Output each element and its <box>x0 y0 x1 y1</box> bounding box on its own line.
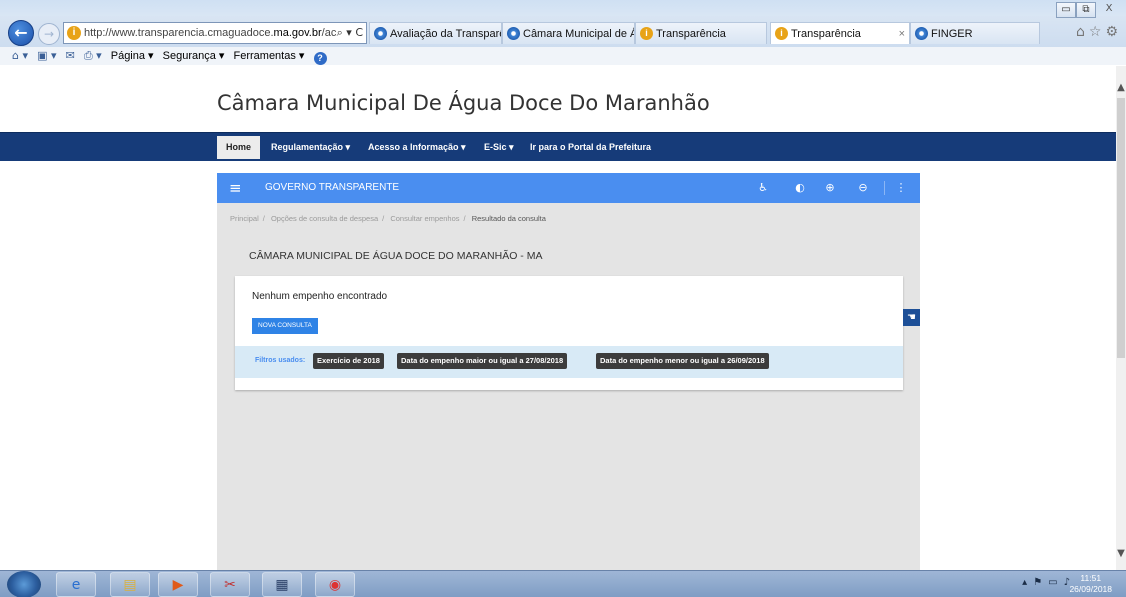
explorer-taskbar-icon[interactable]: ▤ <box>110 572 150 597</box>
toolbar-icons: ⌂☆⚙ <box>1076 24 1122 40</box>
filters-label: Filtros usados: <box>255 357 306 364</box>
media-player-taskbar-icon[interactable]: ▶ <box>158 572 198 597</box>
settings-gear-icon[interactable]: ⚙ <box>1105 24 1122 40</box>
address-bar[interactable]: i http://www.transparencia.cmaguadoce.ma… <box>63 22 367 44</box>
command-bar: ⌂ ▾ ▣ ▾ ✉ ⎙ ▾ Página ▾ Segurança ▾ Ferra… <box>0 47 1126 65</box>
nova-consulta-button[interactable]: NOVA CONSULTA <box>252 318 318 334</box>
result-message: Nenhum empenho encontrado <box>252 291 388 302</box>
tab-label: Transparência <box>791 28 861 40</box>
ie-icon <box>507 27 520 40</box>
ie-icon <box>915 27 928 40</box>
toolbar-divider <box>884 181 885 195</box>
menu-ferramentas[interactable]: Ferramentas ▾ <box>234 50 305 62</box>
home-icon[interactable]: ⌂ <box>1076 24 1089 40</box>
filter-tag: Data do empenho maior ou igual a 27/08/2… <box>397 353 568 369</box>
zoom-in-icon[interactable]: ⊕ <box>822 180 838 196</box>
tab-label: Câmara Municipal de Á... <box>523 28 635 40</box>
ie-taskbar-icon[interactable]: e <box>56 572 96 597</box>
print-icon[interactable]: ⎙ ▾ <box>84 49 102 62</box>
breadcrumb-current: Resultado da consulta <box>471 214 546 223</box>
browser-nav-row: ← → i http://www.transparencia.cmaguadoc… <box>0 18 1126 46</box>
back-arrow-icon: ← <box>14 23 28 42</box>
address-controls[interactable]: ⌕ ▾ C <box>337 23 363 43</box>
nav-home[interactable]: Home <box>217 136 261 159</box>
web-page: Câmara Municipal De Água Doce Do Maranhã… <box>0 66 1116 570</box>
accessibility-icon[interactable]: ♿ <box>755 180 771 196</box>
zoom-out-icon[interactable]: ⊖ <box>855 180 871 196</box>
feeds-icon[interactable]: ▣ ▾ <box>37 49 56 62</box>
window-controls: ▭ ⧉ X <box>1056 2 1122 18</box>
warning-icon: i <box>640 27 653 40</box>
snipping-tool-taskbar-icon[interactable]: ✂ <box>210 572 250 597</box>
minimize-button[interactable]: ▭ <box>1056 2 1076 18</box>
contrast-icon[interactable]: ◐ <box>792 180 808 196</box>
address-suffix: /ac <box>321 27 337 39</box>
result-card: Nenhum empenho encontrado NOVA CONSULTA … <box>235 276 903 390</box>
vertical-scrollbar[interactable]: ▲ ▼ <box>1116 66 1126 570</box>
system-tray: ▴⚑▭♪ <box>1022 577 1076 588</box>
tab-transparencia-active[interactable]: i Transparência × <box>770 22 910 44</box>
site-navbar: Home Regulamentação ▾ Acesso a Informaçã… <box>0 132 1116 161</box>
more-vert-icon[interactable]: ⋮ <box>893 180 909 196</box>
titlebar-glass <box>0 0 1126 16</box>
gov-title: GOVERNO TRANSPARENTE <box>265 182 400 193</box>
ie-icon <box>374 27 387 40</box>
warning-icon: i <box>775 27 788 40</box>
address-prefix: http://www.transparencia.cmaguadoce. <box>84 27 274 39</box>
clock-date: 26/09/2018 <box>1069 584 1112 594</box>
breadcrumb-principal[interactable]: Principal <box>230 214 259 223</box>
tab-transparencia-1[interactable]: i Transparência <box>635 22 767 44</box>
action-center-icon[interactable]: ⚑ <box>1033 577 1048 588</box>
site-title: Câmara Municipal De Água Doce Do Maranhã… <box>217 91 710 115</box>
document-taskbar-icon[interactable]: ▦ <box>262 572 302 597</box>
scroll-thumb[interactable] <box>1117 98 1125 358</box>
home-icon[interactable]: ⌂ ▾ <box>12 49 28 62</box>
sign-language-icon[interactable]: ☚ <box>903 309 920 326</box>
mail-icon[interactable]: ✉ <box>66 49 75 62</box>
windows-taskbar: e ▤ ▶ ✂ ▦ ◉ ▴⚑▭♪ 11:51 26/09/2018 <box>0 570 1126 597</box>
chrome-taskbar-icon[interactable]: ◉ <box>315 572 355 597</box>
restore-button[interactable]: ⧉ <box>1076 2 1096 18</box>
menu-seguranca[interactable]: Segurança ▾ <box>163 50 225 62</box>
start-button[interactable] <box>7 571 41 597</box>
tab-label: Avaliação da Transparê... <box>390 28 501 40</box>
entity-heading: CÂMARA MUNICIPAL DE ÁGUA DOCE DO MARANHÃ… <box>249 250 543 262</box>
info-icon: i <box>67 26 81 40</box>
clock-time: 11:51 <box>1080 573 1102 583</box>
nav-acesso-informacao[interactable]: Acesso a Informação ▾ <box>368 136 466 159</box>
tab-camara[interactable]: Câmara Municipal de Á... <box>502 22 635 44</box>
clock[interactable]: 11:51 26/09/2018 <box>1069 573 1112 595</box>
menu-pagina[interactable]: Página ▾ <box>111 50 154 62</box>
filters-bar: Filtros usados: Exercício de 2018 Data d… <box>235 346 903 378</box>
tab-label: Transparência <box>656 28 726 40</box>
tab-finger[interactable]: FINGER <box>910 22 1040 44</box>
help-icon[interactable]: ? <box>313 52 327 65</box>
back-button[interactable]: ← <box>8 20 34 46</box>
breadcrumb-consultar[interactable]: Consultar empenhos <box>390 214 459 223</box>
filter-tag: Data do empenho menor ou igual a 26/09/2… <box>596 353 769 369</box>
tab-avaliacao[interactable]: Avaliação da Transparê... <box>369 22 502 44</box>
address-domain: ma.gov.br <box>273 27 322 39</box>
hamburger-menu-icon[interactable]: ≡ <box>229 179 242 197</box>
filter-tag: Exercício de 2018 <box>313 353 384 369</box>
breadcrumb-opcoes[interactable]: Opções de consulta de despesa <box>271 214 378 223</box>
scroll-down-icon[interactable]: ▼ <box>1116 548 1126 560</box>
forward-arrow-icon: → <box>43 27 55 41</box>
favorites-star-icon[interactable]: ☆ <box>1089 24 1106 40</box>
network-icon[interactable]: ▭ <box>1048 577 1063 588</box>
tab-label: FINGER <box>931 28 973 40</box>
gov-toolbar: ≡ GOVERNO TRANSPARENTE ♿ ◐ ⊕ ⊖ ⋮ <box>217 173 920 203</box>
breadcrumb: Principal / Opções de consulta de despesa… <box>230 214 546 223</box>
tray-expand-icon[interactable]: ▴ <box>1022 577 1033 588</box>
tab-close-icon[interactable]: × <box>899 23 905 44</box>
scroll-up-icon[interactable]: ▲ <box>1116 82 1126 94</box>
nav-regulamentacao[interactable]: Regulamentação ▾ <box>271 136 350 159</box>
forward-button[interactable]: → <box>38 23 60 45</box>
close-window-button[interactable]: X <box>1096 2 1122 18</box>
nav-portal-prefeitura[interactable]: Ir para o Portal da Prefeitura <box>530 136 651 159</box>
nav-esic[interactable]: E-Sic ▾ <box>484 136 514 159</box>
